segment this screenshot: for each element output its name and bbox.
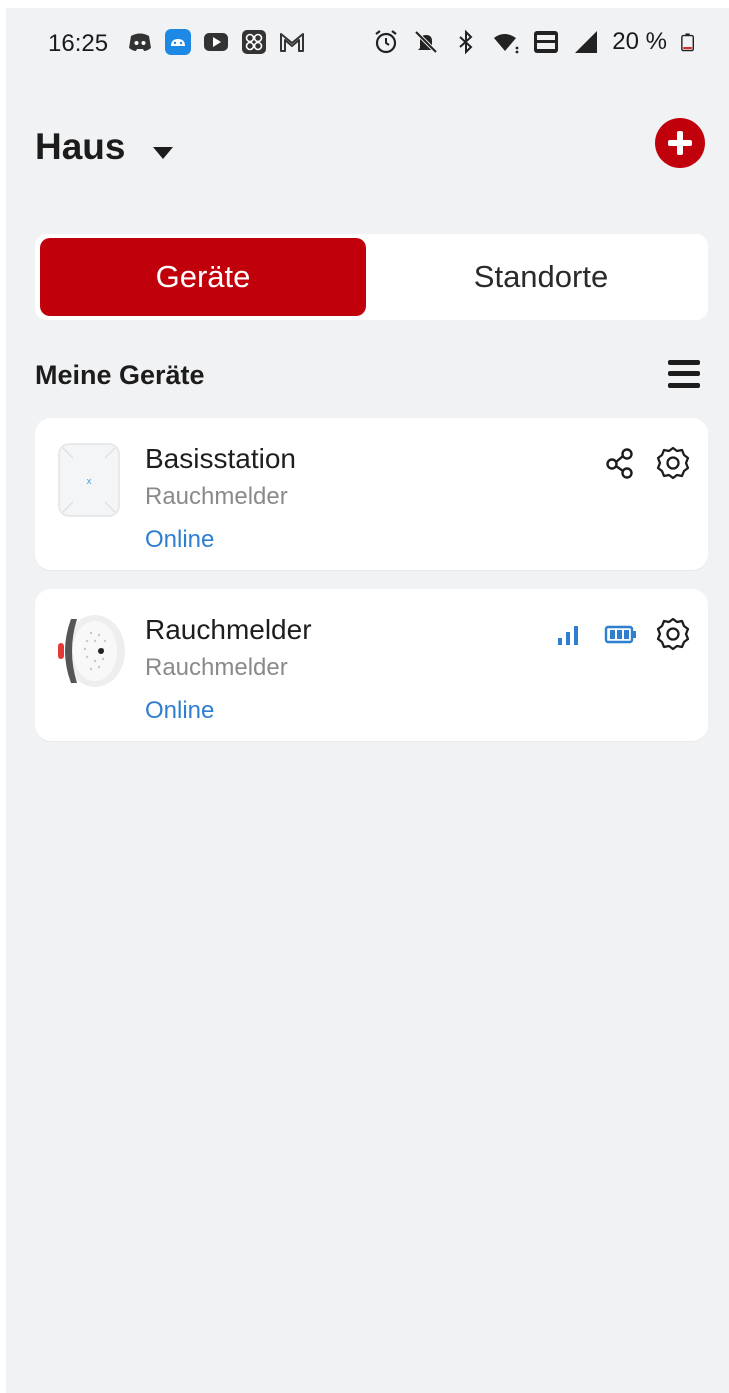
device-actions [604,446,690,480]
home-title[interactable]: Haus [35,126,125,168]
bluetooth-icon [459,29,473,55]
gmail-icon [280,33,304,52]
device-type: Rauchmelder [145,654,288,681]
device-name: Rauchmelder [145,614,312,645]
device-name: Basisstation [145,443,296,474]
notification-icons [126,28,306,56]
battery-percent: 20 % [612,28,667,55]
signal-icon [575,31,598,53]
status-bar: 16:25 20 % [6,8,729,84]
tab-devices[interactable]: Geräte [40,238,366,316]
device-card-basisstation[interactable]: x Basisstation Rauchmelder Online [35,418,708,570]
smoke-detector-image [58,615,125,687]
app-grid-icon [242,30,266,54]
system-icons: 20 % [372,28,699,56]
gear-icon[interactable] [656,617,690,651]
gear-icon[interactable] [656,446,690,480]
device-actions [552,617,690,651]
wifi-icon [494,34,519,54]
device-card-rauchmelder[interactable]: Rauchmelder Rauchmelder Online [35,589,708,741]
android-app-icon [165,29,191,55]
section-title: Meine Geräte [35,360,205,390]
device-status: Online [145,697,215,724]
battery-icon [604,625,636,644]
youtube-icon [204,33,228,51]
add-device-button[interactable] [655,118,705,168]
base-station-image: x [58,443,120,517]
share-icon[interactable] [604,446,638,480]
discord-icon [129,33,151,51]
battery-icon [681,33,694,52]
svg-text:x: x [86,477,92,487]
menu-icon[interactable] [668,359,700,389]
signal-strength-icon [558,626,578,645]
segmented-tabs: Geräte Standorte [35,234,708,320]
tab-locations[interactable]: Standorte [378,238,704,316]
vowifi-icon [534,31,559,53]
device-status: Online [145,526,215,553]
device-type: Rauchmelder [145,483,288,510]
alarm-icon [375,30,397,54]
status-time: 16:25 [48,30,109,57]
mute-icon [414,30,438,54]
app-screen: 16:25 20 % Haus Geräte Standorte Meine G… [6,8,729,1393]
chevron-down-icon[interactable] [152,146,174,160]
